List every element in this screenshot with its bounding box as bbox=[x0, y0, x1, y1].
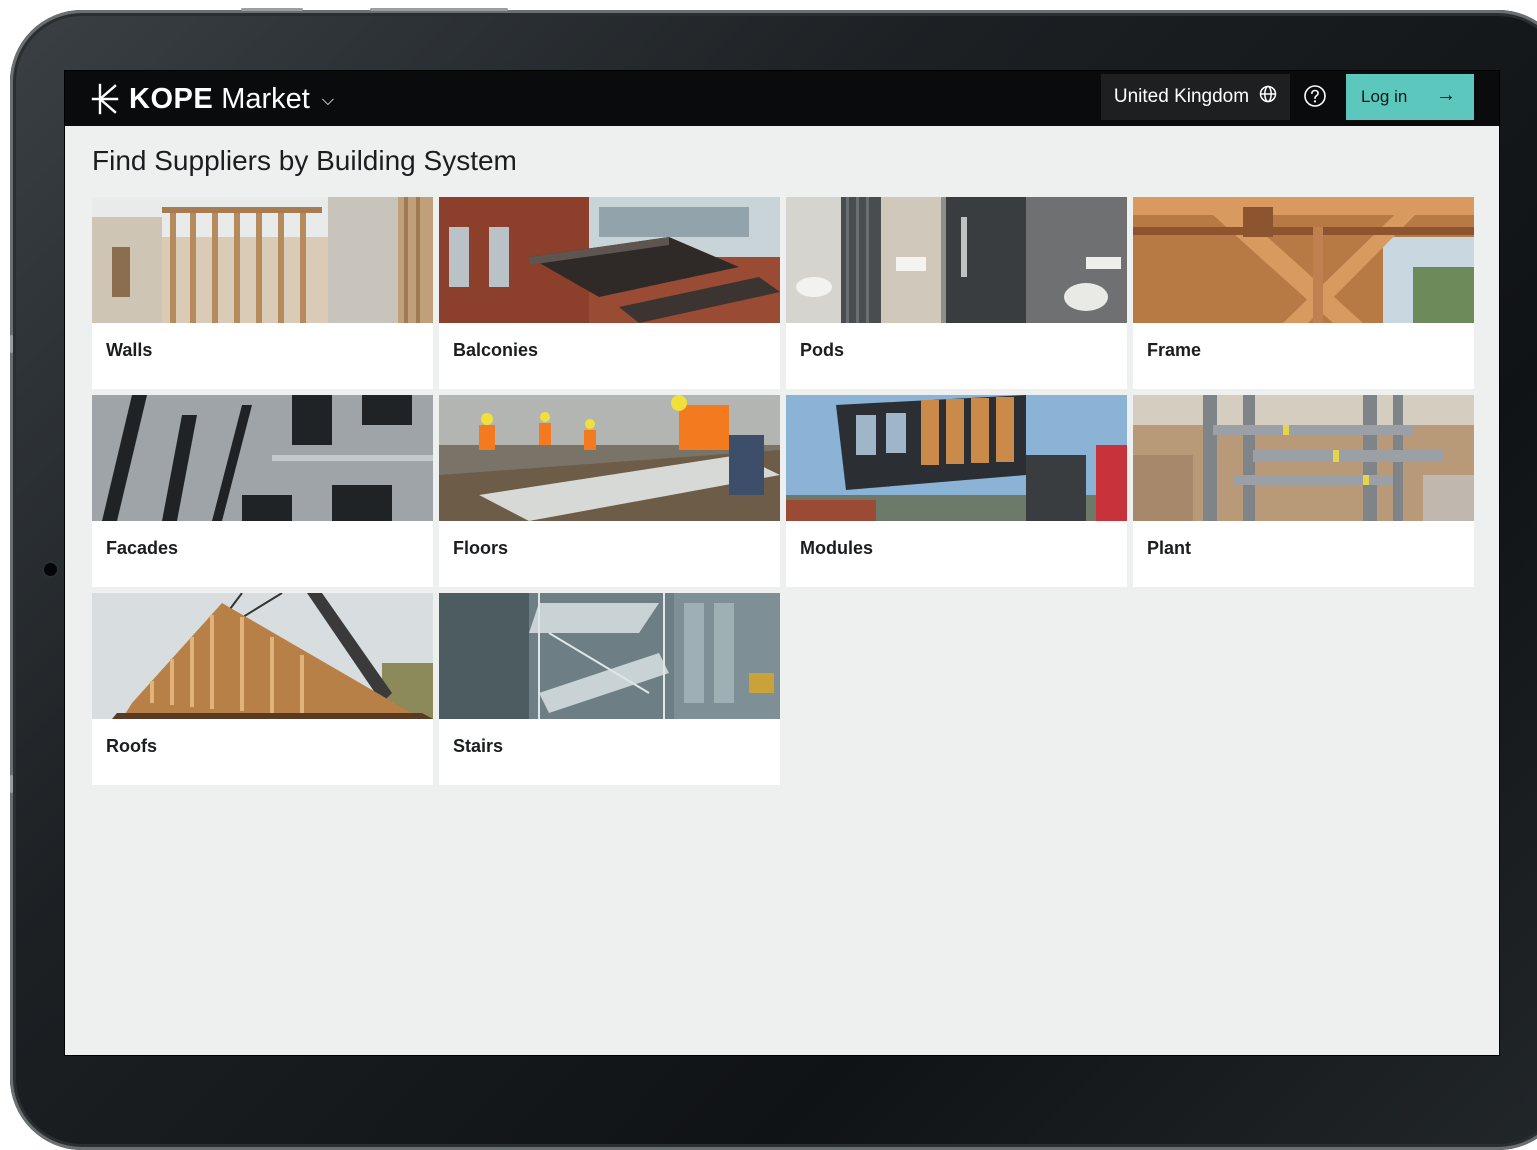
building-system-grid: Walls Balconies Pods Frame Facades Floor… bbox=[92, 197, 1475, 785]
brand-name: KOPE bbox=[129, 82, 214, 115]
category-label: Balconies bbox=[453, 340, 539, 360]
category-card-facades[interactable]: Facades bbox=[92, 395, 433, 587]
brand-menu[interactable]: KOPE Market ⌵ bbox=[91, 79, 334, 119]
category-card-pods[interactable]: Pods bbox=[786, 197, 1127, 389]
login-button[interactable]: Log in → bbox=[1346, 74, 1474, 120]
category-label: Facades bbox=[106, 538, 179, 558]
brand-product: Market bbox=[221, 82, 310, 115]
walls-image bbox=[92, 197, 433, 323]
stairs-image bbox=[439, 593, 780, 719]
category-card-floors[interactable]: Floors bbox=[439, 395, 780, 587]
help-circle-icon bbox=[1303, 85, 1327, 112]
category-label: Frame bbox=[1147, 340, 1202, 360]
modules-image bbox=[786, 395, 1127, 521]
login-label: Log in bbox=[1361, 87, 1408, 106]
category-card-balconies[interactable]: Balconies bbox=[439, 197, 780, 389]
side-button bbox=[10, 335, 13, 353]
category-card-walls[interactable]: Walls bbox=[92, 197, 433, 389]
pods-image bbox=[786, 197, 1127, 323]
category-label: Modules bbox=[800, 538, 874, 558]
category-label: Stairs bbox=[453, 736, 504, 756]
side-button-2 bbox=[10, 775, 13, 793]
camera-icon bbox=[44, 563, 57, 576]
volume-button-bottom bbox=[370, 8, 508, 11]
category-label: Pods bbox=[800, 340, 845, 360]
volume-button-top bbox=[241, 8, 303, 11]
category-label: Floors bbox=[453, 538, 509, 558]
category-label: Roofs bbox=[106, 736, 157, 756]
facades-image bbox=[92, 395, 433, 521]
frame-image bbox=[1133, 197, 1474, 323]
page-title: Find Suppliers by Building System bbox=[92, 145, 517, 176]
help-button[interactable] bbox=[1303, 84, 1327, 108]
category-card-plant[interactable]: Plant bbox=[1133, 395, 1474, 587]
top-navigation-bar: KOPE Market ⌵ United Kingdom Log in → bbox=[65, 71, 1499, 126]
region-label: United Kingdom bbox=[1113, 86, 1250, 107]
floors-image bbox=[439, 395, 780, 521]
region-selector-button[interactable]: United Kingdom bbox=[1101, 74, 1290, 120]
roofs-image bbox=[92, 593, 433, 719]
app-screen: KOPE Market ⌵ United Kingdom Log in → Fi… bbox=[64, 70, 1500, 1056]
category-label: Plant bbox=[1147, 538, 1192, 558]
plant-image bbox=[1133, 395, 1474, 521]
category-card-roofs[interactable]: Roofs bbox=[92, 593, 433, 785]
globe-icon bbox=[1259, 85, 1277, 109]
category-card-modules[interactable]: Modules bbox=[786, 395, 1127, 587]
category-label: Walls bbox=[106, 340, 153, 360]
category-card-frame[interactable]: Frame bbox=[1133, 197, 1474, 389]
arrow-right-icon: → bbox=[1436, 84, 1456, 106]
balconies-image bbox=[439, 197, 780, 323]
kope-logo-icon bbox=[91, 83, 119, 115]
chevron-down-icon: ⌵ bbox=[321, 92, 334, 109]
category-card-stairs[interactable]: Stairs bbox=[439, 593, 780, 785]
